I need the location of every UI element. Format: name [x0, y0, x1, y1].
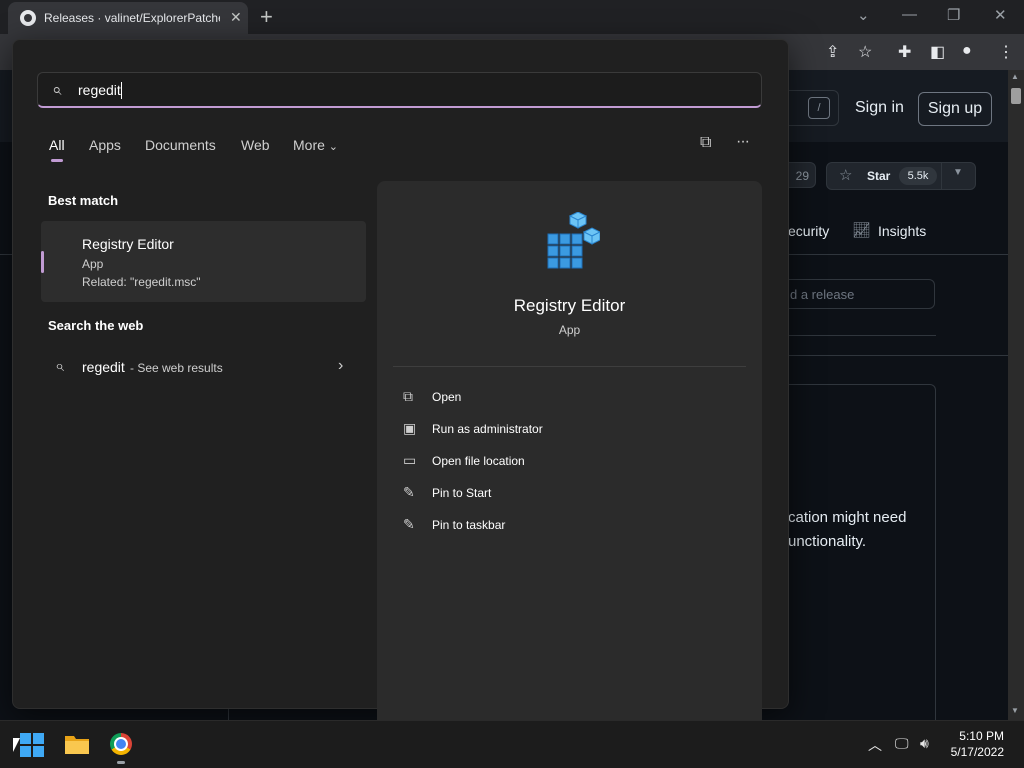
tab-documents[interactable]: Documents — [145, 137, 216, 153]
tab-all[interactable]: All — [49, 137, 65, 153]
search-input[interactable] — [78, 79, 728, 101]
more-options-icon[interactable]: ··· — [736, 133, 750, 151]
search-box[interactable]: ⌕ — [37, 72, 762, 108]
star-label: Star — [867, 169, 891, 183]
star-icon: ☆ — [839, 167, 853, 184]
selection-indicator — [41, 251, 44, 273]
close-tab-icon[interactable]: ✕ — [230, 9, 242, 26]
volume-icon[interactable]: 🔊︎ — [920, 735, 929, 752]
close-window-icon[interactable]: ✕ — [994, 6, 1007, 24]
action-run-as-admin[interactable]: Run as administrator — [432, 422, 543, 436]
action-open-file-location[interactable]: Open file location — [432, 454, 525, 468]
star-count: 5.5k — [899, 167, 937, 185]
folder-icon: ▭ — [403, 452, 417, 468]
details-app-name: Registry Editor — [513, 296, 626, 315]
nav-security[interactable]: ecurity — [788, 223, 829, 239]
windows-logo-icon — [33, 746, 44, 757]
new-tab-button[interactable]: + — [260, 4, 273, 30]
restore-icon[interactable]: ❐ — [947, 6, 960, 24]
scroll-up-icon[interactable]: ▲ — [1011, 72, 1019, 81]
text-caret — [121, 82, 122, 99]
github-logo-icon — [20, 10, 36, 26]
tab-web[interactable]: Web — [241, 137, 270, 153]
clock-time[interactable]: 5:10 PM — [952, 729, 1004, 743]
registry-editor-icon — [547, 212, 600, 269]
mouse-cursor — [13, 738, 20, 752]
browser-tab[interactable]: Releases · valinet/ExplorerPatcher ✕ — [8, 2, 248, 34]
star-divider — [941, 163, 942, 189]
chevron-right-icon[interactable]: › — [338, 357, 343, 375]
best-match-type: App — [82, 257, 104, 271]
profile-icon[interactable]: ● — [962, 42, 972, 60]
sign-up-button[interactable]: Sign up — [918, 92, 992, 126]
chevron-up-icon[interactable]: ︿ — [868, 735, 882, 755]
tab-more-label: More — [293, 137, 325, 153]
page-scrollbar[interactable] — [1008, 70, 1024, 720]
divider — [228, 708, 229, 720]
action-pin-to-start[interactable]: Pin to Start — [432, 486, 491, 500]
tab-more[interactable]: More ⌄ — [293, 137, 338, 153]
file-explorer-icon[interactable] — [64, 733, 90, 755]
details-divider — [393, 366, 746, 367]
star-dropdown-icon[interactable]: ▼ — [953, 167, 963, 178]
release-text-line: unctionality. — [788, 533, 867, 550]
web-search-icon: ⌕ — [55, 358, 64, 375]
release-text-line: cation might need — [788, 509, 907, 526]
search-shortcut-hint: / — [808, 97, 830, 119]
windows-logo-icon — [20, 746, 31, 757]
action-pin-to-taskbar[interactable]: Pin to taskbar — [432, 518, 505, 532]
search-icon: ⌕ — [52, 80, 62, 99]
sign-in-link[interactable]: Sign in — [855, 99, 904, 117]
release-card — [780, 384, 936, 726]
windows-logo-icon — [20, 733, 31, 744]
scroll-down-icon[interactable]: ▼ — [1011, 706, 1019, 715]
minimize-icon[interactable]: — — [902, 6, 917, 23]
best-match-heading: Best match — [48, 193, 119, 208]
action-open[interactable]: Open — [432, 390, 461, 404]
running-indicator — [117, 761, 125, 764]
best-match-name: Registry Editor — [82, 236, 174, 252]
star-button[interactable]: ☆ Star 5.5k ▼ — [826, 162, 976, 190]
chrome-icon[interactable] — [110, 733, 132, 755]
find-release-input[interactable]: d a release — [780, 279, 935, 309]
divider — [788, 335, 936, 336]
tab-title: Releases · valinet/ExplorerPatcher — [44, 11, 220, 25]
active-tab-indicator — [51, 159, 63, 162]
share-icon[interactable]: ⇪ — [826, 42, 839, 62]
tab-apps[interactable]: Apps — [89, 137, 121, 153]
details-app-type: App — [558, 323, 581, 337]
extensions-icon[interactable]: ✚ — [898, 42, 911, 62]
network-icon[interactable]: 🖵︎ — [895, 735, 909, 752]
best-match-related: Related: "regedit.msc" — [82, 275, 201, 289]
menu-icon[interactable]: ⋮ — [998, 42, 1014, 62]
side-panel-icon[interactable]: ◧ — [930, 42, 945, 62]
search-web-heading: Search the web — [48, 318, 144, 333]
shield-admin-icon: ▣ — [403, 420, 417, 436]
windows-logo-icon — [33, 733, 44, 744]
scroll-thumb[interactable] — [1011, 88, 1021, 104]
nav-insights[interactable]: Insights — [878, 223, 926, 239]
clock-date[interactable]: 5/17/2022 — [940, 745, 1004, 759]
bookmark-star-icon[interactable]: ☆ — [858, 42, 872, 62]
web-result-query[interactable]: regedit — [82, 359, 125, 375]
pin-icon: ✎ — [403, 484, 415, 500]
chevron-down-icon: ⌄ — [328, 141, 339, 153]
tab-search-icon[interactable]: ⌄ — [857, 6, 870, 24]
search-options-icon[interactable]: ⧉ — [700, 134, 711, 152]
web-result-suffix[interactable]: - See web results — [130, 361, 223, 375]
open-icon: ⧉ — [403, 388, 413, 404]
divider — [788, 355, 1008, 356]
pin-icon: ✎ — [403, 516, 415, 532]
start-button[interactable] — [20, 733, 44, 757]
insights-icon: 📈︎ — [852, 222, 872, 239]
